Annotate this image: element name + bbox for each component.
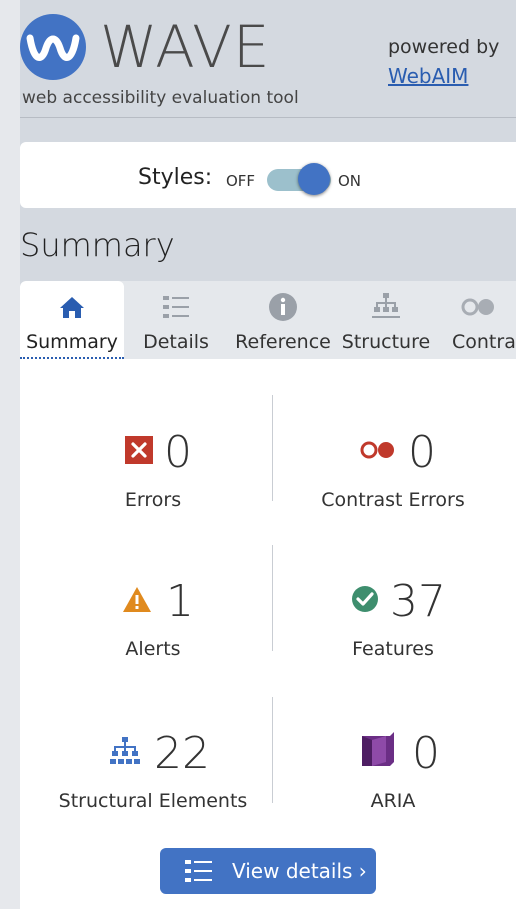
features-label: Features [352,638,434,660]
features-count: 37 [390,576,446,627]
page-title: Summary [20,226,175,264]
tab-structure-label: Structure [341,331,431,353]
tagline: web accessibility evaluation tool [22,88,299,108]
webaim-link[interactable]: WebAIM [388,64,468,88]
aria-count: 0 [412,728,440,779]
info-icon [267,291,299,323]
styles-toggle-knob[interactable] [298,163,330,195]
header-divider [20,117,516,118]
styles-off-label: OFF [226,172,256,190]
view-details-label: View details › [232,859,367,883]
errors-label: Errors [124,489,182,511]
header: WAVE web accessibility evaluation tool p… [20,0,516,118]
alerts-count: 1 [166,576,194,627]
wave-logo-icon [20,14,86,80]
grid-divider [272,545,273,651]
tab-contrast[interactable]: Contrast [434,281,516,359]
left-edge-strip [0,0,20,909]
alert-icon [122,584,152,614]
tab-reference[interactable]: Reference [228,281,338,359]
structural-elements-label: Structural Elements [58,790,248,812]
styles-on-label: ON [338,172,362,190]
aria-label: ARIA [370,790,416,812]
tab-bar: Summary Details Reference Structure Cont… [20,281,516,359]
grid-divider [272,697,273,803]
aria-icon [360,732,396,768]
structural-elements-count: 22 [154,728,210,779]
grid-divider [272,395,273,501]
home-icon [56,291,88,323]
feature-check-icon [350,584,380,614]
tab-summary[interactable]: Summary [20,281,124,359]
logo-text: WAVE [100,13,271,81]
tab-summary-label: Summary [26,331,118,353]
tab-reference-label: Reference [235,331,331,353]
tab-structure[interactable]: Structure [338,281,434,359]
contrast-errors-label: Contrast Errors [321,489,465,511]
structure-icon [108,736,142,768]
tab-details[interactable]: Details [124,281,228,359]
list-icon [160,291,192,323]
list-icon [184,858,214,884]
error-icon [124,435,154,465]
errors-count: 0 [164,427,192,478]
alerts-label: Alerts [125,638,181,660]
powered-by-text: powered by [388,36,500,58]
contrast-errors-count: 0 [408,427,436,478]
view-details-button[interactable]: View details › [160,848,376,894]
styles-label: Styles: [138,165,213,190]
styles-toggle-panel: Styles: OFF ON [20,142,516,208]
tab-details-label: Details [143,331,209,353]
summary-panel: 0 Errors 0 Contrast Errors 1 Alerts 37 F… [20,359,516,909]
contrast-error-icon [358,435,398,465]
contrast-icon [458,291,494,323]
hierarchy-icon [370,291,402,323]
tab-contrast-label: Contrast [452,331,516,353]
